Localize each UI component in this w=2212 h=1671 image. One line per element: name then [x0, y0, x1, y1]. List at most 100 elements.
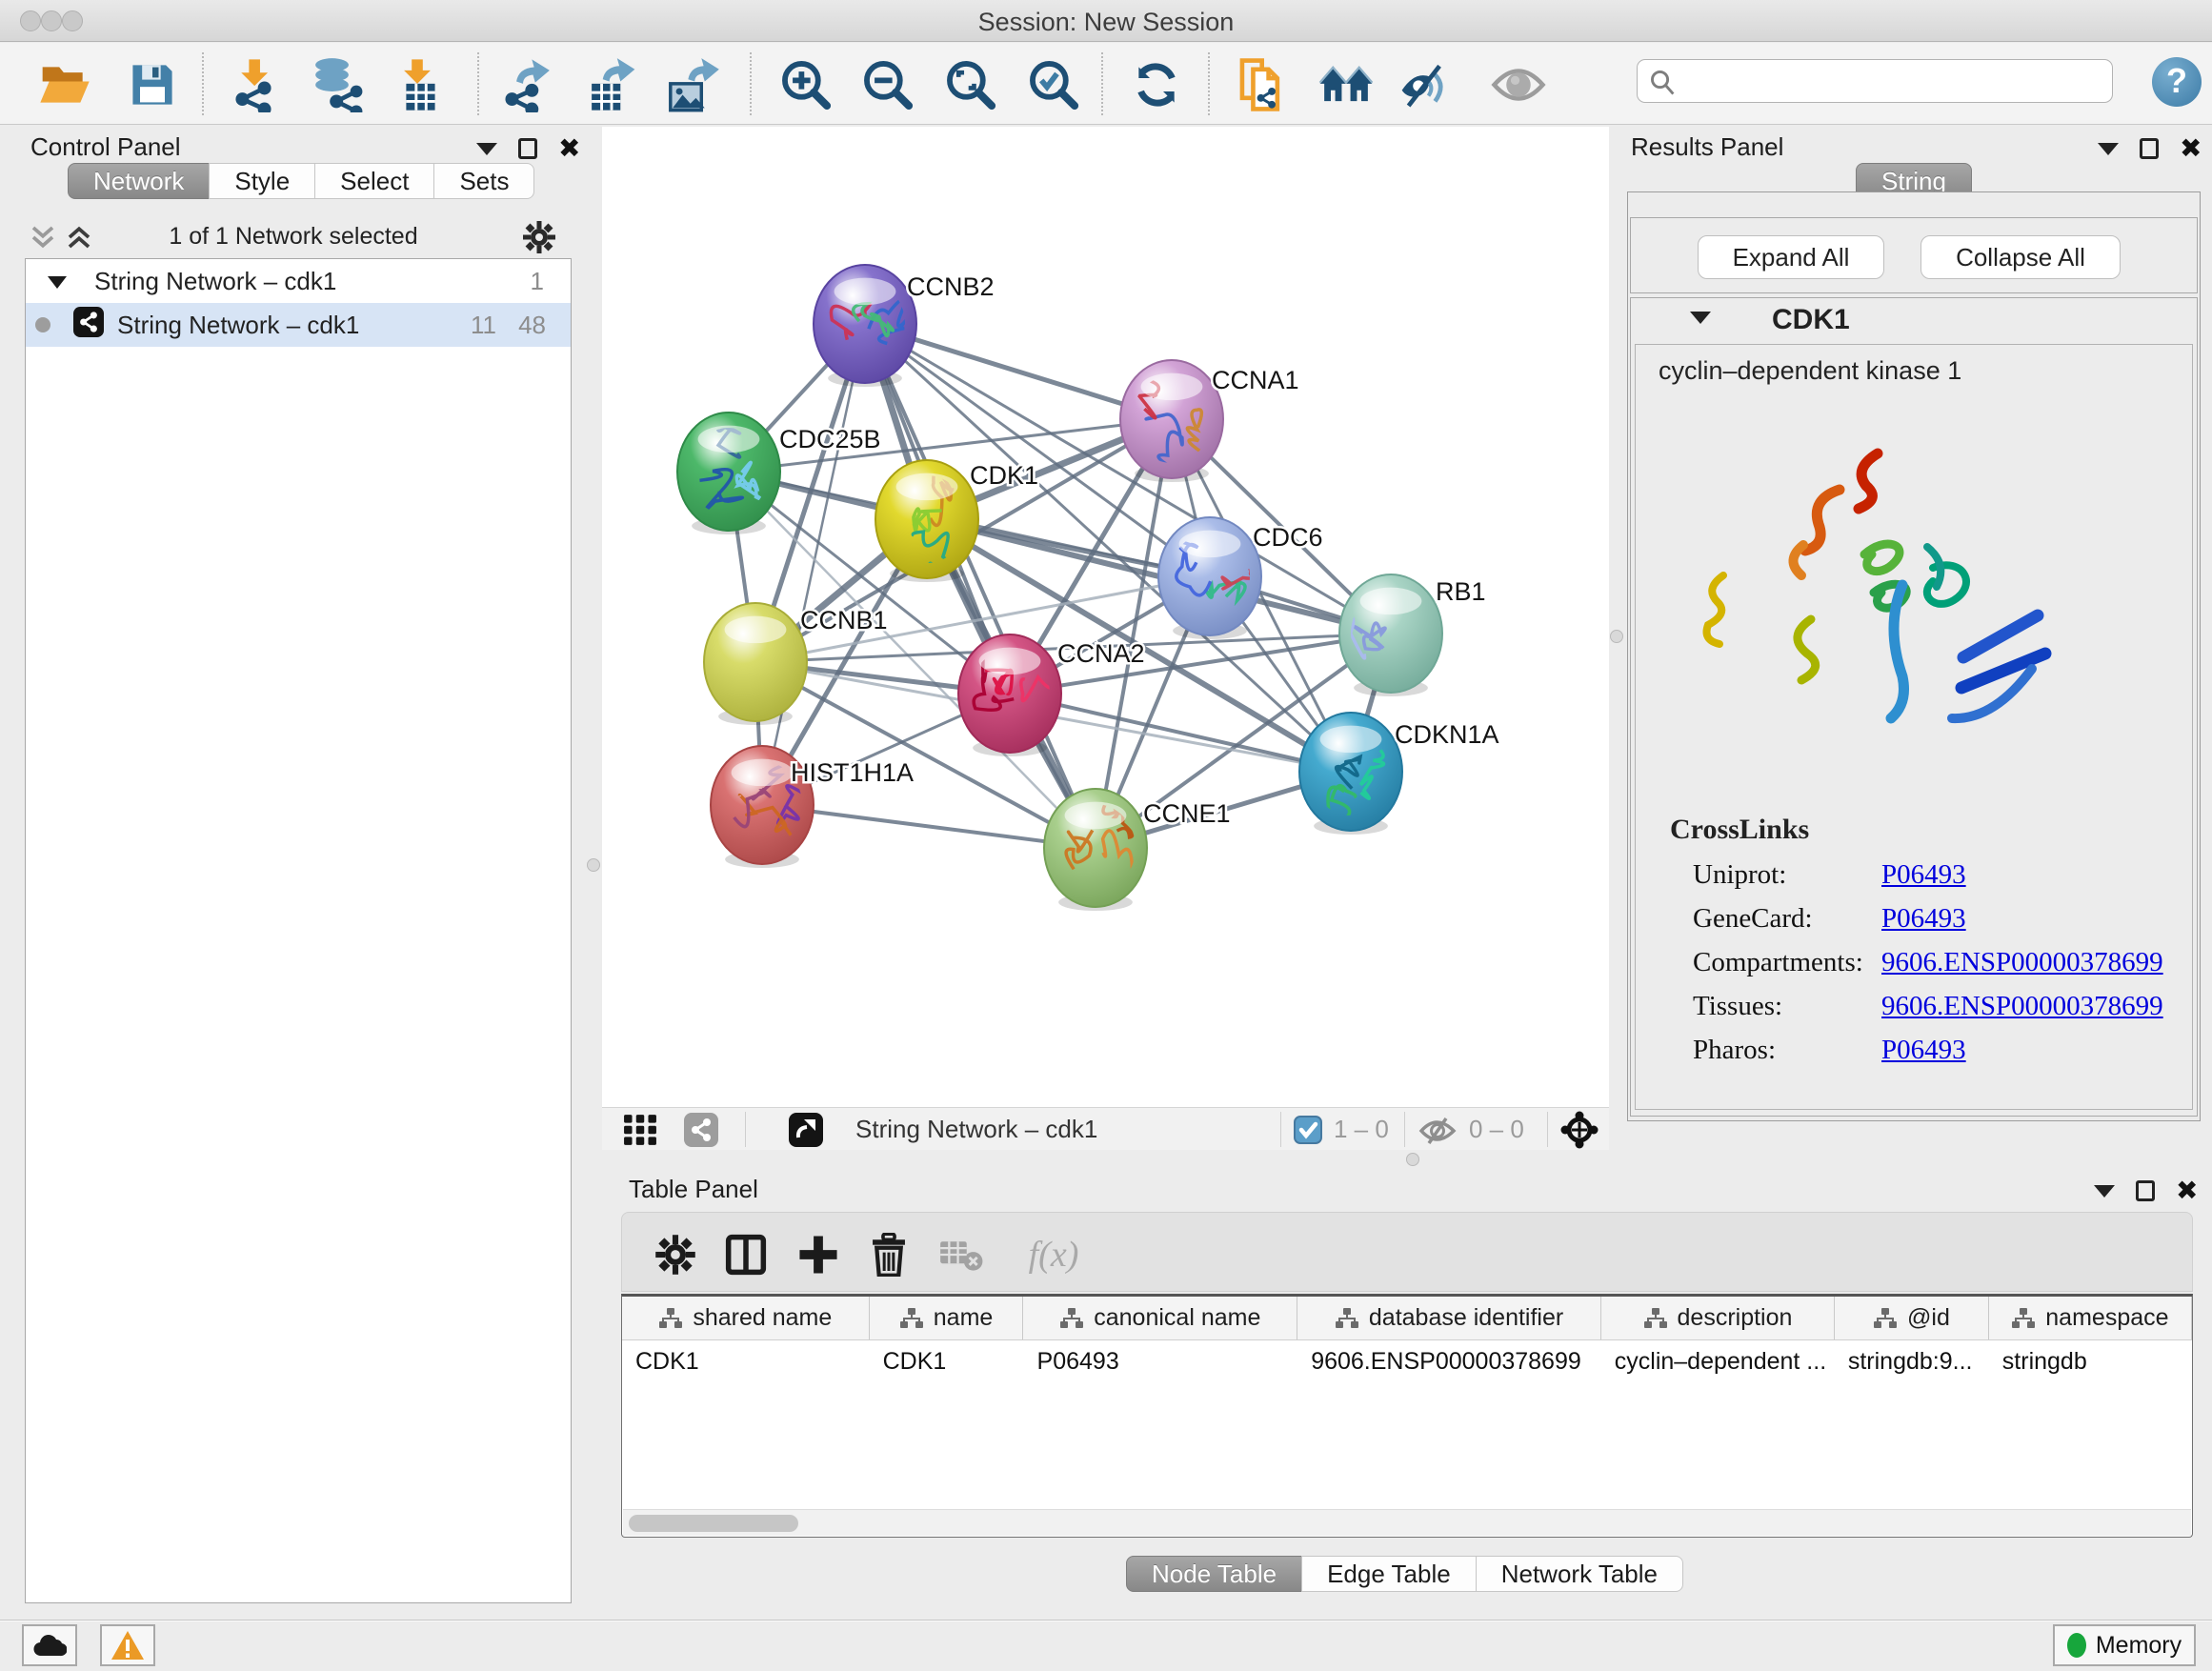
panel-menu-icon[interactable]: [2094, 1185, 2115, 1198]
application-window: Session: New Session: [0, 0, 2212, 1671]
panel-close-icon[interactable]: ✖: [2176, 1180, 2198, 1201]
crosslink-link[interactable]: P06493: [1881, 903, 1966, 935]
node-RB1[interactable]: RB1: [1336, 574, 1486, 696]
table-cell[interactable]: CDK1: [622, 1340, 870, 1383]
column-header-namespace[interactable]: namespace: [1989, 1297, 2192, 1339]
expand-all-button[interactable]: Expand All: [1698, 235, 1884, 279]
show-columns-icon[interactable]: [721, 1230, 771, 1279]
crosslink-row: Uniprot:P06493: [1636, 859, 2194, 903]
search-input[interactable]: [1687, 62, 2106, 100]
clone-network-button[interactable]: [1234, 54, 1295, 115]
panel-close-icon[interactable]: ✖: [558, 138, 580, 159]
column-header-shared-name[interactable]: shared name: [622, 1297, 870, 1339]
node-CDK1[interactable]: CDK1: [875, 460, 1038, 582]
save-session-button[interactable]: [122, 54, 183, 115]
selected-checkbox-icon[interactable]: [1294, 1116, 1322, 1144]
grid-view-icon[interactable]: [623, 1114, 657, 1146]
network-tree-row[interactable]: String Network – cdk11148: [26, 303, 571, 347]
node-CCNB1[interactable]: CCNB1: [704, 603, 888, 725]
tab-edge-table[interactable]: Edge Table: [1301, 1556, 1477, 1592]
tab-network[interactable]: Network: [68, 163, 210, 199]
tab-node-table[interactable]: Node Table: [1126, 1556, 1302, 1592]
table-settings-gear-icon[interactable]: [651, 1230, 700, 1279]
tab-select[interactable]: Select: [314, 163, 434, 199]
panel-float-icon[interactable]: [2136, 1180, 2155, 1201]
help-button[interactable]: ?: [2152, 57, 2202, 107]
table-cell[interactable]: stringdb:9...: [1835, 1340, 1989, 1383]
hidden-eye-icon[interactable]: [1418, 1116, 1458, 1146]
table-row[interactable]: CDK1CDK1P064939606.ENSP00000378699cyclin…: [622, 1340, 2192, 1383]
open-session-button[interactable]: [34, 54, 95, 115]
table-cell[interactable]: stringdb: [1989, 1340, 2192, 1383]
birds-eye-view-icon[interactable]: [789, 1113, 823, 1147]
node-CCNB2[interactable]: CCNB2: [814, 265, 995, 387]
warnings-button[interactable]: [100, 1624, 155, 1666]
node-label-CCNA1: CCNA1: [1212, 366, 1299, 394]
network-selected-status: 1 of 1 Network selected: [8, 223, 579, 251]
table-cell[interactable]: CDK1: [870, 1340, 1024, 1383]
collapse-node-icon[interactable]: [47, 267, 68, 296]
crosslink-label: Tissues:: [1693, 991, 1782, 1022]
column-header-description[interactable]: description: [1601, 1297, 1835, 1339]
refresh-button[interactable]: [1126, 54, 1187, 115]
column-header-canonical-name[interactable]: canonical name: [1023, 1297, 1297, 1339]
column-header-name[interactable]: name: [870, 1297, 1024, 1339]
zoom-in-button[interactable]: [775, 54, 836, 115]
node-CDKN1A[interactable]: CDKN1A: [1299, 713, 1499, 835]
zoom-selected-button[interactable]: [1023, 54, 1084, 115]
tab-style[interactable]: Style: [209, 163, 315, 199]
crosshair-icon[interactable]: [1560, 1111, 1599, 1149]
add-column-icon[interactable]: [794, 1230, 843, 1279]
crosslink-link[interactable]: 9606.ENSP00000378699: [1881, 947, 2163, 978]
tab-sets[interactable]: Sets: [433, 163, 534, 199]
collapse-all-button[interactable]: Collapse All: [1920, 235, 2121, 279]
left-splitter-grip[interactable]: [587, 858, 600, 872]
zoom-out-button[interactable]: [857, 54, 918, 115]
export-network-button[interactable]: [499, 54, 560, 115]
import-table-button[interactable]: [387, 54, 448, 115]
edge-CCNB2-HIST1H1A[interactable]: [762, 324, 865, 805]
protein-section: CDK1 cyclin–dependent kinase 1: [1630, 297, 2198, 1117]
table-cell[interactable]: cyclin–dependent ...: [1601, 1340, 1835, 1383]
table-cell[interactable]: P06493: [1024, 1340, 1298, 1383]
table-horizontal-scrollbar[interactable]: [623, 1509, 2191, 1536]
panel-menu-icon[interactable]: [2098, 143, 2119, 155]
delete-column-trash-icon[interactable]: [864, 1230, 914, 1279]
export-table-button[interactable]: [581, 54, 642, 115]
import-network-from-file-button[interactable]: [223, 54, 284, 115]
tab-network-table[interactable]: Network Table: [1476, 1556, 1683, 1592]
column-header-id[interactable]: @id: [1835, 1297, 1989, 1339]
network-graph[interactable]: CCNB2CCNA1CDC25BCDK1CDC6RB1CCNB1CCNA2CDK…: [602, 127, 1609, 1107]
network-app-icon-disabled[interactable]: [684, 1113, 718, 1147]
crosslink-link[interactable]: P06493: [1881, 1035, 1966, 1066]
collapse-section-icon[interactable]: [1690, 312, 1711, 324]
memory-button[interactable]: Memory: [2053, 1624, 2196, 1666]
show-graphics-details-icon[interactable]: [1395, 54, 1456, 115]
crosslink-link[interactable]: P06493: [1881, 859, 1966, 891]
toolbar-separator: [477, 52, 479, 115]
panel-float-icon[interactable]: [2140, 138, 2159, 159]
column-header-database-identifier[interactable]: database identifier: [1297, 1297, 1601, 1339]
node-label-CCNB1: CCNB1: [800, 606, 888, 634]
gear-icon[interactable]: [522, 220, 556, 254]
node-CCNE1[interactable]: CCNE1: [1044, 789, 1231, 911]
node-CDC25B[interactable]: CDC25B: [677, 402, 881, 534]
panel-float-icon[interactable]: [518, 138, 537, 159]
scrollbar-thumb[interactable]: [629, 1515, 798, 1532]
zoom-fit-button[interactable]: [940, 54, 1001, 115]
network-tree-row[interactable]: String Network – cdk11: [26, 259, 571, 303]
node-CCNA1[interactable]: CCNA1: [1120, 353, 1299, 482]
crosslink-link[interactable]: 9606.ENSP00000378699: [1881, 991, 2163, 1022]
horizontal-splitter-grip[interactable]: [1406, 1153, 1419, 1166]
panel-close-icon[interactable]: ✖: [2180, 138, 2202, 159]
houses-icon[interactable]: [1316, 54, 1377, 115]
export-image-button[interactable]: [662, 54, 723, 115]
panel-menu-icon[interactable]: [476, 143, 497, 155]
node-HIST1H1A[interactable]: HIST1H1A: [711, 746, 914, 868]
crosslinks-list: Uniprot:P06493GeneCard:P06493Compartment…: [1636, 859, 2194, 1078]
cloud-button[interactable]: [22, 1624, 77, 1666]
network-selection-row: 1 of 1 Network selected: [8, 218, 579, 256]
import-network-from-database-button[interactable]: [305, 54, 366, 115]
network-view-canvas[interactable]: CCNB2CCNA1CDC25BCDK1CDC6RB1CCNB1CCNA2CDK…: [602, 127, 1609, 1107]
table-cell[interactable]: 9606.ENSP00000378699: [1297, 1340, 1601, 1383]
